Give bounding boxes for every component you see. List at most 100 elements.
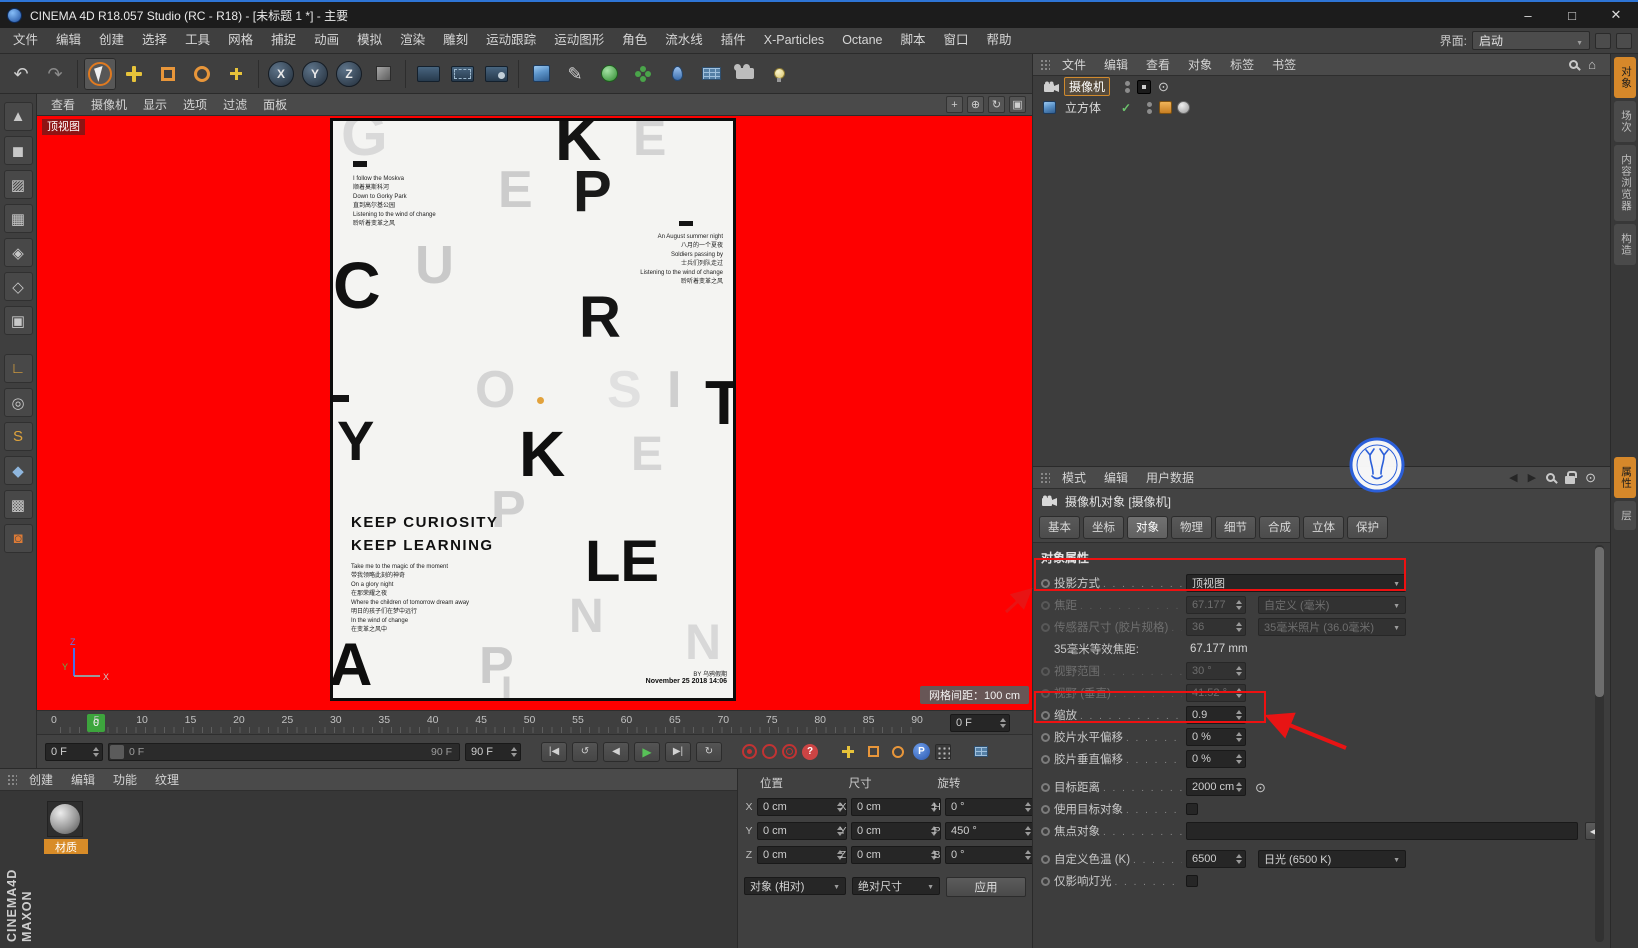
search-icon[interactable] xyxy=(1546,473,1556,482)
timeline-tick[interactable]: 50 xyxy=(524,714,536,726)
target-distance-input[interactable]: 2000 cm xyxy=(1186,778,1246,796)
layout-button-1[interactable] xyxy=(1595,32,1611,49)
coordinate-mode-dropdown[interactable]: 对象 (相对) xyxy=(744,877,846,895)
preview-range-slider[interactable]: 0 F 90 F xyxy=(108,742,460,761)
live-selection-tool[interactable] xyxy=(84,57,116,90)
add-camera-button[interactable] xyxy=(729,58,761,90)
material-menu-item[interactable]: 纹理 xyxy=(146,771,188,788)
coordinate-input[interactable]: 0 cm xyxy=(757,846,847,864)
coordinate-input[interactable]: 0 cm xyxy=(851,822,941,840)
menu-item[interactable]: X-Particles xyxy=(755,28,833,53)
timeline-ruler[interactable]: 0 0 5 10 15 20 25 30 35 40 45 50 55 60 65 70 75 80 85 90 0… xyxy=(37,710,1032,734)
spline-smooth-icon[interactable]: S xyxy=(3,422,33,451)
viewport-menu-item[interactable]: 显示 xyxy=(135,96,175,113)
viewport-menu-item[interactable]: 摄像机 xyxy=(83,96,135,113)
dock-tab-takes[interactable]: 场次 xyxy=(1614,101,1636,142)
array-button[interactable] xyxy=(627,58,659,90)
rotate-lock-button[interactable] xyxy=(888,742,908,762)
keyframe-dot-icon[interactable] xyxy=(1041,710,1050,720)
coordinate-input[interactable]: 0 ° xyxy=(945,846,1035,864)
keyframe-dot-icon[interactable] xyxy=(1041,826,1050,836)
panel-grip-icon[interactable] xyxy=(1039,471,1050,484)
coordinate-input[interactable]: 0 cm xyxy=(757,798,847,816)
coordinate-input[interactable]: 450 ° xyxy=(945,822,1035,840)
object-manager-menu-item[interactable]: 编辑 xyxy=(1095,56,1137,73)
edges-mode-icon[interactable]: ◇ xyxy=(3,272,33,301)
timeline-tick[interactable]: 90 xyxy=(911,714,923,726)
viewport-menu-item[interactable]: 查看 xyxy=(43,96,83,113)
menu-item[interactable]: 创建 xyxy=(90,28,133,53)
tab-coordinates[interactable]: 坐标 xyxy=(1083,516,1124,539)
timeline-tick[interactable]: 0 xyxy=(51,714,57,726)
tab-details[interactable]: 细节 xyxy=(1215,516,1256,539)
tab-object[interactable]: 对象 xyxy=(1127,516,1168,539)
object-manager-menu-item[interactable]: 标签 xyxy=(1221,56,1263,73)
keyframe-dot-icon[interactable] xyxy=(1041,854,1050,864)
object-name-camera[interactable]: 摄像机 xyxy=(1063,77,1111,96)
keyframe-dot-icon[interactable] xyxy=(1041,754,1050,764)
coordinate-system-button[interactable] xyxy=(367,58,399,90)
object-name-cube[interactable]: 立方体 xyxy=(1061,99,1105,116)
menu-item[interactable]: 流水线 xyxy=(656,28,712,53)
goto-end-button[interactable]: ▶| xyxy=(665,741,691,762)
viewport-toggle-icon[interactable]: ▣ xyxy=(1009,96,1026,113)
texture-mode-icon[interactable]: ▨ xyxy=(3,170,33,199)
keyframe-selection-button[interactable] xyxy=(782,744,797,759)
move-lock-button[interactable] xyxy=(838,742,858,762)
apply-button[interactable]: 应用 xyxy=(946,877,1026,897)
keyframe-dot-icon[interactable] xyxy=(1041,804,1050,814)
panel-grip-icon[interactable] xyxy=(1039,58,1050,71)
poster-plane[interactable]: GKEEPCUROSITYKEPLENNAPI I follow the Mos… xyxy=(330,118,736,701)
record-keyframe-button[interactable] xyxy=(742,744,757,759)
layout-button-2[interactable] xyxy=(1616,32,1632,49)
dock-tab-attributes[interactable]: 属性 xyxy=(1614,456,1636,498)
menu-item[interactable]: 渲染 xyxy=(391,28,434,53)
coordinate-input[interactable]: 0 cm xyxy=(851,846,941,864)
section-title[interactable]: 对象属性 xyxy=(1039,547,1610,572)
visibility-dots-icon[interactable] xyxy=(1125,80,1131,93)
material-menu-item[interactable]: 编辑 xyxy=(62,771,104,788)
points-mode-icon[interactable]: ◈ xyxy=(3,238,33,267)
timeline-tick[interactable]: 15 xyxy=(185,714,197,726)
keyframe-dot-icon[interactable] xyxy=(1041,782,1050,792)
tab-stereo[interactable]: 立体 xyxy=(1303,516,1344,539)
goto-start-button[interactable]: |◀ xyxy=(541,741,567,762)
material-thumbnail[interactable] xyxy=(47,801,83,837)
target-icon[interactable]: ⊙ xyxy=(1585,471,1596,484)
add-light-button[interactable] xyxy=(763,58,795,90)
timeline-tick[interactable]: 75 xyxy=(766,714,778,726)
search-icon[interactable] xyxy=(1569,60,1579,69)
last-tool-button[interactable] xyxy=(220,58,252,90)
menu-item[interactable]: 帮助 xyxy=(978,28,1021,53)
viewport-menu-item[interactable]: 选项 xyxy=(175,96,215,113)
phong-tag-icon[interactable] xyxy=(1177,101,1191,114)
dock-tab-layers[interactable]: 层 xyxy=(1614,500,1636,530)
minimize-button[interactable]: – xyxy=(1506,2,1550,28)
previous-frame-button[interactable]: ◀ xyxy=(603,741,629,762)
render-region-button[interactable] xyxy=(446,58,478,90)
film-offset-y-input[interactable]: 0 % xyxy=(1186,750,1246,768)
menu-item[interactable]: 编辑 xyxy=(47,28,90,53)
scale-lock-button[interactable] xyxy=(863,742,883,762)
viewport-zoom-icon[interactable]: ⊕ xyxy=(967,96,984,113)
keyframe-options-button[interactable]: ? xyxy=(802,743,818,760)
timeline-tick[interactable]: 35 xyxy=(378,714,390,726)
object-row-camera[interactable]: 摄像机 ⊙ xyxy=(1033,76,1610,97)
lock-icon[interactable] xyxy=(1565,470,1578,484)
menu-item[interactable]: 角色 xyxy=(613,28,656,53)
viewport-menu-item[interactable]: 过滤 xyxy=(215,96,255,113)
timeline-tick[interactable]: 30 xyxy=(330,714,342,726)
enable-axis-icon[interactable]: ∟ xyxy=(3,354,33,383)
parameter-record-button[interactable]: P xyxy=(913,743,930,760)
white-balance-input[interactable]: 6500 xyxy=(1186,850,1246,868)
timeline-tick[interactable]: 10 xyxy=(136,714,148,726)
undo-button[interactable]: ↶ xyxy=(5,58,37,90)
material-item[interactable]: 材质 xyxy=(44,801,88,854)
object-row-cube[interactable]: 立方体 ✓ xyxy=(1033,97,1610,118)
tab-basic[interactable]: 基本 xyxy=(1039,516,1080,539)
lock-y-button[interactable]: Y xyxy=(299,58,331,90)
object-manager-menu-item[interactable]: 查看 xyxy=(1137,56,1179,73)
timeline-tick[interactable]: 55 xyxy=(572,714,584,726)
menu-item[interactable]: 动画 xyxy=(305,28,348,53)
play-button[interactable]: ▶ xyxy=(634,741,660,762)
